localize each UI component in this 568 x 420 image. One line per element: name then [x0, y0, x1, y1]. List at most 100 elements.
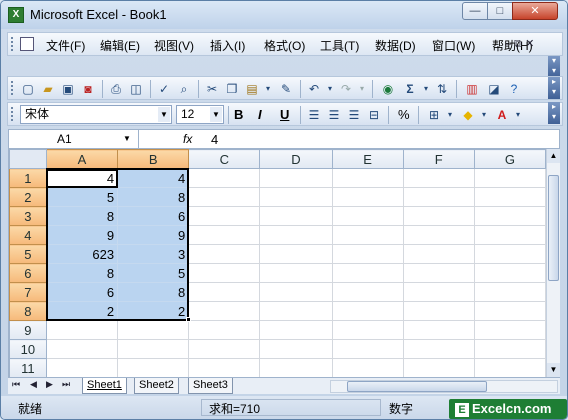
toolbar-grip-icon[interactable]	[11, 107, 14, 121]
cell-empty[interactable]	[402, 187, 475, 207]
prev-sheet-icon[interactable]: ◀	[30, 379, 37, 390]
cell-empty[interactable]	[259, 168, 333, 188]
cell-empty[interactable]	[331, 282, 404, 302]
last-sheet-icon[interactable]: ⏭	[62, 379, 70, 390]
cell-b4[interactable]: 9	[117, 225, 190, 245]
font-size-select[interactable]: 12 ▼	[176, 105, 224, 124]
cell-empty[interactable]	[259, 320, 333, 340]
cell-empty[interactable]	[259, 225, 333, 245]
row-header[interactable]: 5	[9, 244, 47, 264]
cell-a4[interactable]: 9	[45, 225, 119, 245]
cell-empty[interactable]	[188, 339, 261, 359]
cell-empty[interactable]	[473, 206, 546, 226]
column-header-a[interactable]: A	[45, 149, 119, 169]
cell-empty[interactable]	[402, 358, 475, 377]
copy-icon[interactable]: ❐	[224, 81, 240, 97]
cell-b6[interactable]: 5	[117, 263, 190, 283]
cell-empty[interactable]	[402, 320, 475, 340]
paste-dropdown-icon[interactable]: ▾	[260, 81, 276, 97]
cell-empty[interactable]	[473, 339, 546, 359]
cell-a6[interactable]: 8	[45, 263, 119, 283]
minimize-button[interactable]: —	[462, 2, 488, 20]
menu-view[interactable]: 视图(V)	[154, 37, 194, 54]
cell-empty[interactable]	[188, 225, 261, 245]
cell-a10[interactable]	[45, 339, 119, 359]
column-header-f[interactable]: F	[402, 149, 475, 169]
cell-empty[interactable]	[188, 320, 261, 340]
cell-empty[interactable]	[402, 263, 475, 283]
toolbar-overflow-icon[interactable]: ▸ ▾	[548, 102, 560, 124]
scroll-down-icon[interactable]: ▼	[547, 363, 560, 377]
maximize-button[interactable]: □	[487, 2, 513, 20]
cell-a9[interactable]	[45, 320, 119, 340]
worksheet-grid[interactable]: A B C D E F G 1 4 4 2 5 8 3 8 6 4 9 9 5 623 3 6 8 5 7 6 8 8 2 2…	[8, 149, 546, 377]
cell-empty[interactable]	[473, 282, 546, 302]
chart-wizard-icon[interactable]: ▥	[464, 81, 480, 97]
cell-empty[interactable]	[402, 339, 475, 359]
cell-a1[interactable]: 4	[45, 168, 119, 188]
cell-empty[interactable]	[259, 339, 333, 359]
font-name-select[interactable]: 宋体 ▼	[20, 105, 172, 124]
cell-empty[interactable]	[402, 225, 475, 245]
align-right-icon[interactable]: ☰	[346, 107, 362, 123]
cell-empty[interactable]	[331, 206, 404, 226]
cell-empty[interactable]	[473, 187, 546, 207]
close-button[interactable]: ✕	[512, 2, 558, 20]
cell-empty[interactable]	[331, 339, 404, 359]
horizontal-scroll-thumb[interactable]	[347, 381, 487, 392]
row-header[interactable]: 10	[9, 339, 47, 359]
menu-format[interactable]: 格式(O)	[264, 37, 305, 54]
sort-icon[interactable]: ⇅	[434, 81, 450, 97]
cell-b9[interactable]	[117, 320, 190, 340]
cell-b1[interactable]: 4	[117, 168, 190, 188]
undo-icon[interactable]: ↶	[306, 81, 322, 97]
cell-empty[interactable]	[473, 320, 546, 340]
bold-button[interactable]: B	[234, 107, 243, 123]
font-color-icon[interactable]: A	[494, 107, 510, 123]
underline-button[interactable]: U	[280, 107, 289, 123]
row-header[interactable]: 1	[9, 168, 47, 188]
cell-empty[interactable]	[259, 282, 333, 302]
spelling-icon[interactable]: ✓	[156, 81, 172, 97]
cell-empty[interactable]	[473, 225, 546, 245]
menu-file[interactable]: 文件(F)	[46, 37, 85, 54]
cell-a3[interactable]: 8	[45, 206, 119, 226]
cell-empty[interactable]	[188, 168, 261, 188]
row-header[interactable]: 11	[9, 358, 47, 377]
help-icon[interactable]: ?	[506, 81, 522, 97]
paste-icon[interactable]: ▤	[244, 81, 260, 97]
first-sheet-icon[interactable]: ⏮	[12, 379, 20, 390]
horizontal-scrollbar[interactable]	[330, 380, 558, 393]
cell-a8[interactable]: 2	[45, 301, 119, 321]
italic-button[interactable]: I	[258, 107, 262, 123]
column-header-g[interactable]: G	[473, 149, 546, 169]
row-header[interactable]: 9	[9, 320, 47, 340]
format-painter-icon[interactable]: ✎	[278, 81, 294, 97]
column-header-d[interactable]: D	[259, 149, 333, 169]
row-header[interactable]: 4	[9, 225, 47, 245]
open-icon[interactable]: ▰	[40, 81, 56, 97]
cell-b7[interactable]: 8	[117, 282, 190, 302]
borders-dropdown-icon[interactable]: ▾	[442, 107, 458, 123]
tab-sheet1[interactable]: Sheet1	[82, 378, 127, 394]
cell-empty[interactable]	[402, 282, 475, 302]
cell-b5[interactable]: 3	[117, 244, 190, 264]
cell-empty[interactable]	[331, 301, 404, 321]
cell-b2[interactable]: 8	[117, 187, 190, 207]
menu-data[interactable]: 数据(D)	[375, 37, 416, 54]
cell-b3[interactable]: 6	[117, 206, 190, 226]
cell-empty[interactable]	[402, 301, 475, 321]
row-header[interactable]: 8	[9, 301, 47, 321]
cell-empty[interactable]	[331, 168, 404, 188]
cell-empty[interactable]	[402, 244, 475, 264]
column-header-e[interactable]: E	[331, 149, 404, 169]
undo-dropdown-icon[interactable]: ▾	[322, 81, 338, 97]
select-all-corner[interactable]	[9, 149, 47, 169]
vertical-scrollbar[interactable]: ▲ ▼	[546, 149, 560, 377]
column-header-b[interactable]: B	[117, 149, 190, 169]
menu-overflow-icon[interactable]: ▾ ▾	[548, 56, 560, 78]
cell-empty[interactable]	[331, 225, 404, 245]
cell-empty[interactable]	[188, 301, 261, 321]
insert-function-icon[interactable]: fx	[183, 132, 192, 146]
tab-sheet2[interactable]: Sheet2	[134, 378, 179, 394]
